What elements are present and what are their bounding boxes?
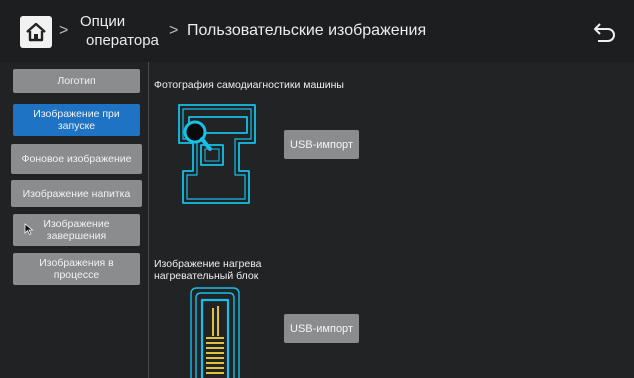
back-button[interactable] [592, 20, 618, 44]
heating-block-icon [190, 287, 240, 378]
coffee-machine-magnifier-icon [178, 104, 256, 204]
mouse-cursor-icon [24, 223, 34, 235]
section-title-heating-line2: нагревательный блок [154, 270, 259, 282]
sidebar-item-drink-image[interactable]: Изображение напитка [11, 180, 142, 207]
back-arrow-icon [594, 23, 615, 42]
breadcrumb-operator-options-line2: оператора [86, 32, 159, 49]
sidebar-item-startup-image[interactable]: Изображение при запуске [13, 104, 140, 136]
home-button[interactable] [20, 16, 52, 48]
breadcrumb-operator-options-line1: Опции [80, 13, 126, 30]
sidebar-item-label: Изображение напитка [22, 187, 131, 200]
sidebar-item-label: Изображение при запуске [33, 108, 120, 132]
page-title: Пользовательские изображения [187, 22, 427, 39]
breadcrumb-separator: > [169, 22, 179, 39]
usb-import-button-heating[interactable]: USB-импорт [284, 314, 359, 343]
breadcrumb-operator-options[interactable]: Опции оператора [76, 12, 174, 50]
sidebar-item-background-image[interactable]: Фоновое изображение [11, 144, 142, 174]
sidebar-item-label: Изображения в процессе [39, 257, 114, 281]
header-bar: > Опции оператора > Пользовательские изо… [0, 0, 634, 62]
sidebar-item-label: Изображение завершения [43, 218, 110, 242]
usb-import-button-diagnostics[interactable]: USB-импорт [284, 130, 359, 159]
sidebar-item-logo[interactable]: Логотип [13, 69, 140, 93]
section-title-heating-line1: Изображение нагрева [154, 258, 262, 270]
sidebar-item-in-progress-images[interactable]: Изображения в процессе [13, 253, 140, 285]
sidebar-item-label: Фоновое изображение [21, 153, 132, 165]
home-icon [26, 22, 46, 42]
sidebar-item-label: Логотип [57, 75, 96, 87]
section-title-machine-diagnostics: Фотография самодиагностики машины [154, 79, 344, 91]
breadcrumb-separator: > [59, 22, 69, 39]
sidebar-divider [148, 62, 149, 378]
